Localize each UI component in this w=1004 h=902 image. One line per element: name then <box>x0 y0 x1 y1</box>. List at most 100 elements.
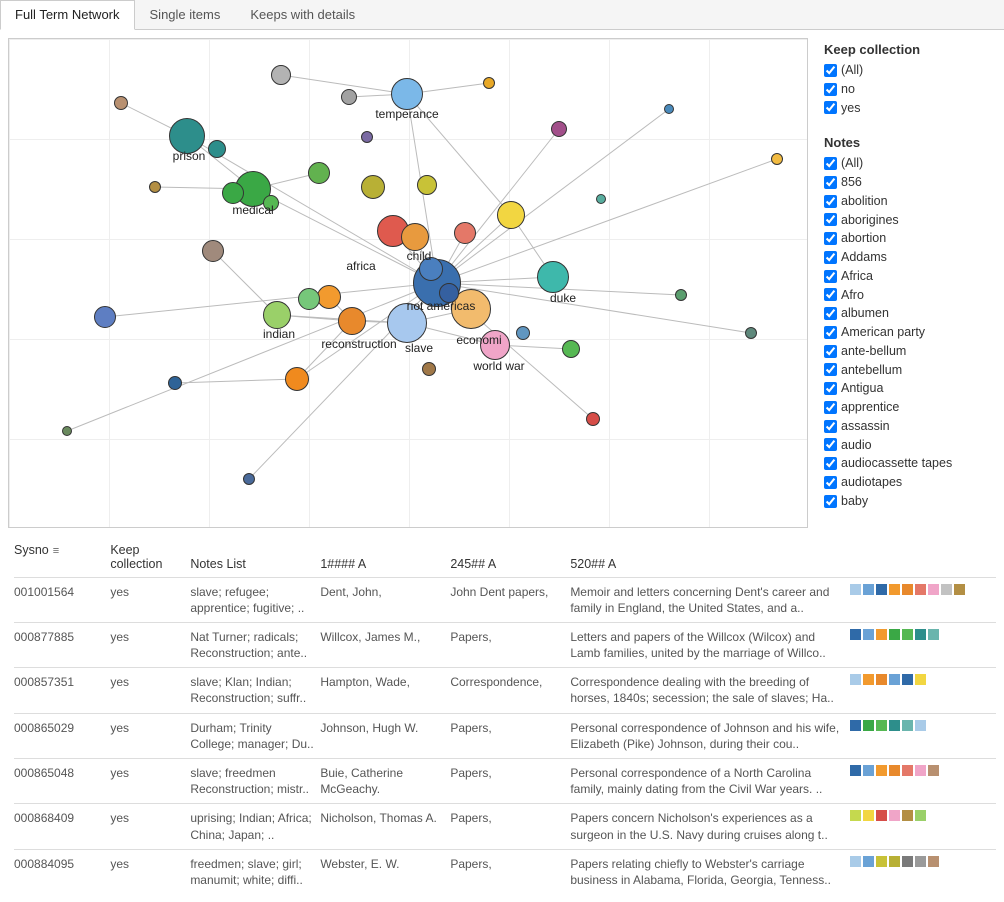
network-node[interactable] <box>169 118 205 154</box>
network-node[interactable] <box>208 140 226 158</box>
col-1a-header[interactable]: 1#### A <box>320 541 450 578</box>
network-node[interactable] <box>417 175 437 195</box>
network-node[interactable] <box>338 307 366 335</box>
network-node[interactable] <box>271 65 291 85</box>
network-node[interactable] <box>419 257 443 281</box>
checkbox[interactable] <box>824 101 837 114</box>
checkbox[interactable] <box>824 213 837 226</box>
filter-item-notes[interactable]: (All) <box>824 154 994 173</box>
checkbox[interactable] <box>824 345 837 358</box>
table-row[interactable]: 000865048yesslave; freedmen Reconstructi… <box>14 759 996 804</box>
filter-item-notes[interactable]: Africa <box>824 267 994 286</box>
network-node[interactable] <box>202 240 224 262</box>
network-node[interactable] <box>114 96 128 110</box>
network-node[interactable] <box>664 104 674 114</box>
col-520-header[interactable]: 520## A <box>570 541 850 578</box>
network-node[interactable] <box>263 301 291 329</box>
checkbox[interactable] <box>824 457 837 470</box>
col-keep-header[interactable]: Keep collection <box>110 541 190 578</box>
network-node[interactable] <box>516 326 530 340</box>
network-node[interactable] <box>454 222 476 244</box>
checkbox[interactable] <box>824 251 837 264</box>
network-node[interactable] <box>341 89 357 105</box>
network-node[interactable] <box>317 285 341 309</box>
col-notes-header[interactable]: Notes List <box>190 541 320 578</box>
checkbox[interactable] <box>824 195 837 208</box>
network-node[interactable] <box>308 162 330 184</box>
filter-item-notes[interactable]: audio <box>824 436 994 455</box>
filter-item-keep[interactable]: (All) <box>824 61 994 80</box>
network-node[interactable] <box>62 426 72 436</box>
network-node[interactable] <box>483 77 495 89</box>
filter-item-notes[interactable]: albumen <box>824 304 994 323</box>
network-node[interactable] <box>361 175 385 199</box>
network-node[interactable] <box>243 473 255 485</box>
network-node[interactable] <box>497 201 525 229</box>
network-node[interactable] <box>439 283 459 303</box>
network-node[interactable] <box>771 153 783 165</box>
filter-item-keep[interactable]: yes <box>824 99 994 118</box>
network-node[interactable] <box>562 340 580 358</box>
checkbox[interactable] <box>824 363 837 376</box>
checkbox[interactable] <box>824 157 837 170</box>
network-node[interactable] <box>263 195 279 211</box>
col-sysno-header[interactable]: Sysno ≡ <box>14 541 94 563</box>
filter-item-notes[interactable]: apprentice <box>824 398 994 417</box>
filter-item-notes[interactable]: aborigines <box>824 211 994 230</box>
network-node[interactable] <box>387 303 427 343</box>
network-node[interactable] <box>596 194 606 204</box>
tab-full-term-network[interactable]: Full Term Network <box>0 0 135 30</box>
network-node[interactable] <box>168 376 182 390</box>
checkbox[interactable] <box>824 382 837 395</box>
filter-item-keep[interactable]: no <box>824 80 994 99</box>
network-node[interactable] <box>149 181 161 193</box>
network-node[interactable] <box>537 261 569 293</box>
filter-item-notes[interactable]: American party <box>824 323 994 342</box>
network-node[interactable] <box>222 182 244 204</box>
filter-item-notes[interactable]: Addams <box>824 248 994 267</box>
network-node[interactable] <box>422 362 436 376</box>
checkbox[interactable] <box>824 401 837 414</box>
filter-item-notes[interactable]: abortion <box>824 229 994 248</box>
checkbox[interactable] <box>824 420 837 433</box>
checkbox[interactable] <box>824 438 837 451</box>
table-row[interactable]: 000865029yesDurham; Trinity College; man… <box>14 713 996 758</box>
checkbox[interactable] <box>824 64 837 77</box>
network-node[interactable] <box>551 121 567 137</box>
network-node[interactable] <box>391 78 423 110</box>
checkbox[interactable] <box>824 326 837 339</box>
filter-item-notes[interactable]: assassin <box>824 417 994 436</box>
col-245-header[interactable]: 245## A <box>450 541 570 578</box>
network-viz[interactable]: temperanceprisonmedicalafricachildnot am… <box>8 38 808 528</box>
network-node[interactable] <box>94 306 116 328</box>
filter-item-notes[interactable]: Antigua <box>824 379 994 398</box>
filter-item-notes[interactable]: audiotapes <box>824 473 994 492</box>
network-node[interactable] <box>480 330 510 360</box>
filter-item-notes[interactable]: audiocassette tapes <box>824 454 994 473</box>
checkbox[interactable] <box>824 495 837 508</box>
network-node[interactable] <box>285 367 309 391</box>
checkbox[interactable] <box>824 270 837 283</box>
filter-item-notes[interactable]: baby <box>824 492 994 511</box>
network-node[interactable] <box>361 131 373 143</box>
table-row[interactable]: 000877885yesNat Turner; radicals; Recons… <box>14 622 996 667</box>
checkbox[interactable] <box>824 307 837 320</box>
network-node[interactable] <box>401 223 429 251</box>
tab-single-items[interactable]: Single items <box>135 0 236 29</box>
network-node[interactable] <box>298 288 320 310</box>
filter-item-notes[interactable]: antebellum <box>824 361 994 380</box>
checkbox[interactable] <box>824 476 837 489</box>
checkbox[interactable] <box>824 176 837 189</box>
network-node[interactable] <box>745 327 757 339</box>
filter-item-notes[interactable]: Afro <box>824 286 994 305</box>
tab-keeps-with-details[interactable]: Keeps with details <box>235 0 370 29</box>
table-row[interactable]: 001001564yesslave; refugee; apprentice; … <box>14 577 996 622</box>
filter-item-notes[interactable]: 856 <box>824 173 994 192</box>
table-row[interactable]: 000884095yesfreedmen; slave; girl; manum… <box>14 849 996 894</box>
network-node[interactable] <box>586 412 600 426</box>
table-row[interactable]: 000868409yesuprising; Indian; Africa; Ch… <box>14 804 996 849</box>
checkbox[interactable] <box>824 83 837 96</box>
checkbox[interactable] <box>824 288 837 301</box>
checkbox[interactable] <box>824 232 837 245</box>
table-row[interactable]: 000857351yesslave; Klan; Indian; Reconst… <box>14 668 996 713</box>
